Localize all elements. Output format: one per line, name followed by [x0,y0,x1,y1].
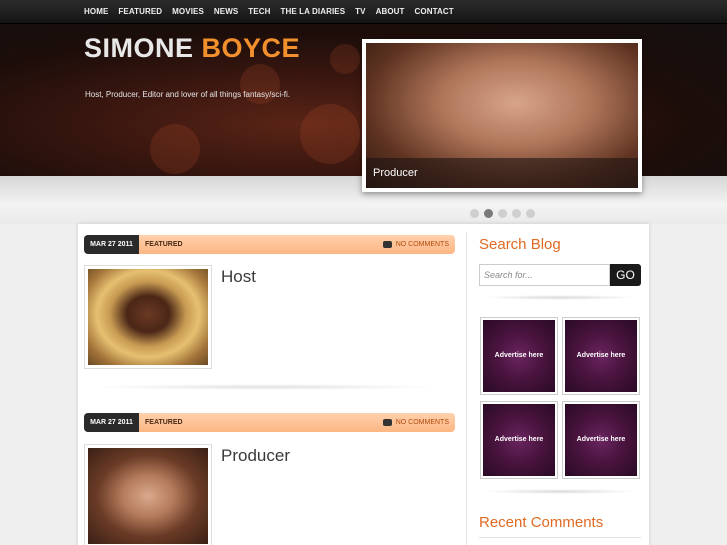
post-thumbnail[interactable] [84,444,212,545]
sidebar-separator [480,295,640,300]
nav-featured[interactable]: FEATURED [118,0,162,24]
post-meta-bar: MAR 27 2011 FEATURED NO COMMENTS [84,235,455,254]
nav-movies[interactable]: MOVIES [172,0,204,24]
ad-label: Advertise here [565,320,637,392]
post-title[interactable]: Host [221,267,256,287]
search-input[interactable]: Search for... [479,264,610,286]
ad-slot[interactable]: Advertise here [480,317,558,395]
site-tagline: Host, Producer, Editor and lover of all … [85,90,290,99]
post-meta-bar: MAR 27 2011 FEATURED NO COMMENTS [84,413,455,432]
top-nav: HOME FEATURED MOVIES NEWS TECH THE LA DI… [0,0,727,24]
thumbnail-image [88,269,208,365]
sidebar-separator [480,489,640,494]
nav-la-diaries[interactable]: THE LA DIARIES [280,0,345,24]
ad-label: Advertise here [483,404,555,476]
post-thumbnail[interactable] [84,265,212,369]
post-comments-label: NO COMMENTS [395,241,449,248]
recent-comments-heading: Recent Comments [479,514,604,531]
ad-label: Advertise here [483,320,555,392]
slide-caption: Producer [366,158,638,188]
nav-home[interactable]: HOME [84,0,108,24]
slider-dot[interactable] [498,209,507,218]
ad-label: Advertise here [565,404,637,476]
nav-tv[interactable]: TV [355,0,365,24]
ad-slot[interactable]: Advertise here [562,317,640,395]
featured-slider[interactable]: Producer [362,39,642,192]
nav-news[interactable]: NEWS [214,0,238,24]
post-date: MAR 27 2011 [84,235,139,254]
ad-slot[interactable]: Advertise here [480,401,558,479]
search-heading: Search Blog [479,236,561,253]
comment-icon [382,241,392,248]
post-comments-link[interactable]: NO COMMENTS [382,235,449,254]
site-title-second: BOYCE [201,33,301,63]
slider-dot-active[interactable] [484,209,493,218]
post-title[interactable]: Producer [221,446,290,466]
site-title[interactable]: SIMONE BOYCE [84,33,300,64]
post-comments-link[interactable]: NO COMMENTS [382,413,449,432]
search-button[interactable]: GO [610,264,641,286]
post-date: MAR 27 2011 [84,413,139,432]
post-category[interactable]: FEATURED [145,413,183,432]
ad-slot[interactable]: Advertise here [562,401,640,479]
slider-dot[interactable] [526,209,535,218]
recent-comments-divider [479,537,641,538]
post-separator [90,384,440,390]
site-title-first: SIMONE [84,33,194,63]
slide-image[interactable]: Producer [366,43,638,188]
post-comments-label: NO COMMENTS [395,419,449,426]
nav-about[interactable]: ABOUT [376,0,405,24]
sidebar-divider [466,232,467,545]
slider-dot[interactable] [512,209,521,218]
slider-dots [470,209,540,218]
post-category[interactable]: FEATURED [145,235,183,254]
nav-contact[interactable]: CONTACT [415,0,454,24]
comment-icon [382,419,392,426]
nav-tech[interactable]: TECH [248,0,270,24]
slider-dot[interactable] [470,209,479,218]
thumbnail-image [88,448,208,544]
